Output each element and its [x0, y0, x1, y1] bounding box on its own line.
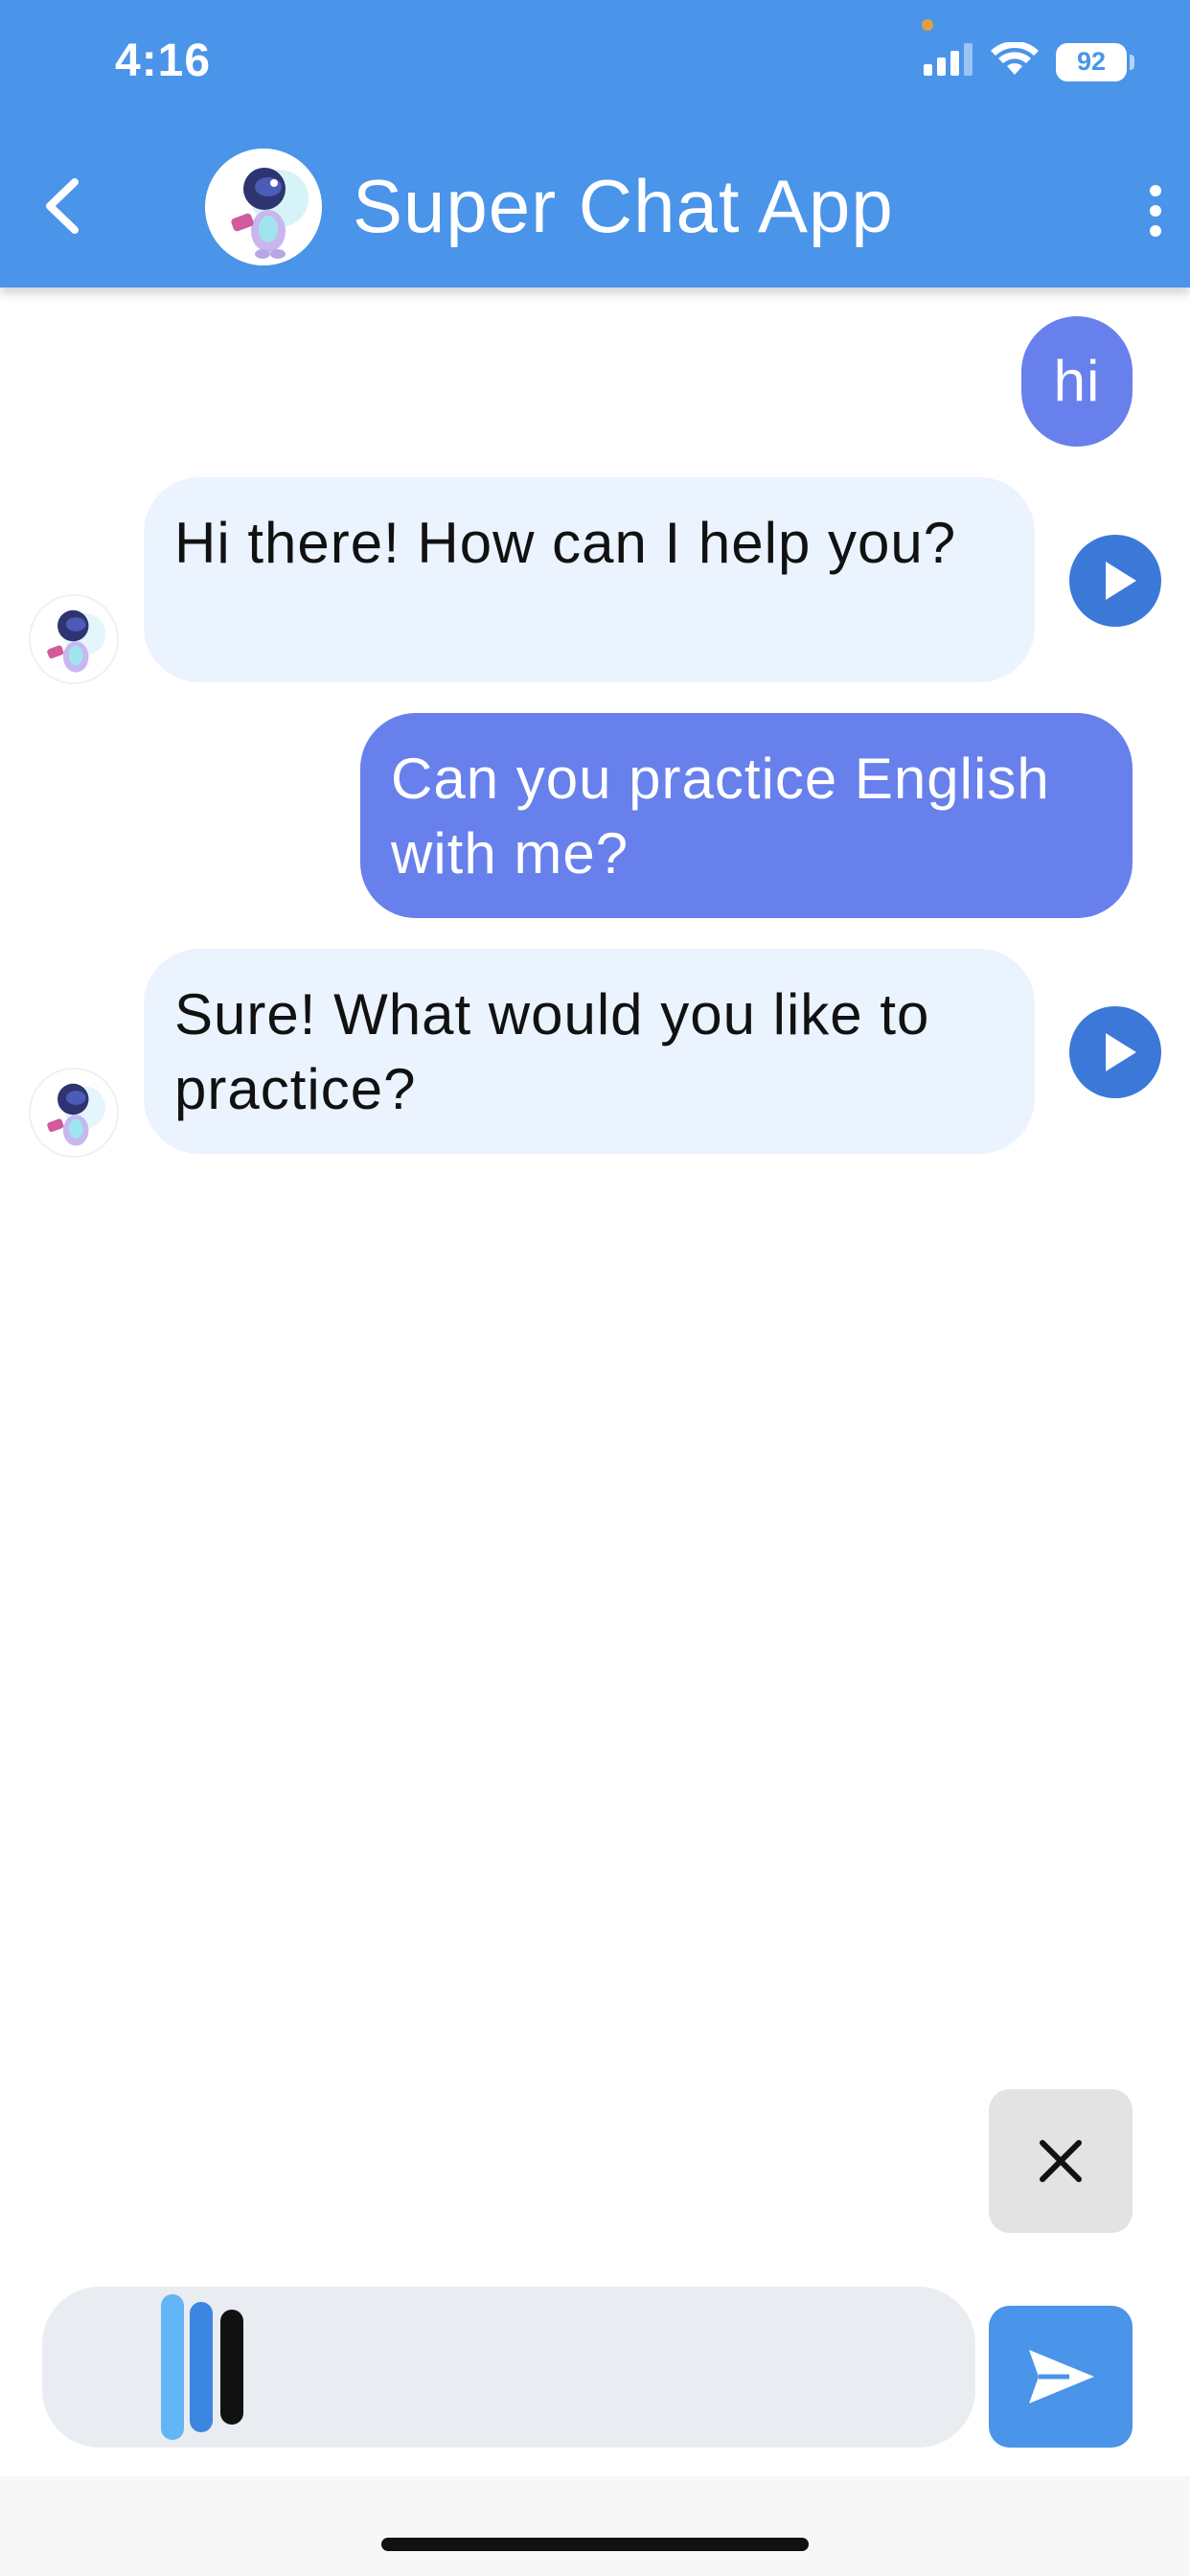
wifi-icon: [991, 40, 1039, 81]
bot-avatar-small: [29, 1068, 119, 1158]
astronaut-avatar-icon: [31, 1070, 117, 1156]
bot-message: Sure! What would you like to practice?: [144, 949, 1035, 1154]
message-text: hi: [1053, 349, 1101, 413]
message-text: Sure! What would you like to practice?: [174, 982, 930, 1121]
message-text: Hi there! How can I help you?: [174, 511, 957, 575]
more-vertical-icon: [1136, 185, 1175, 248]
waveform-bar: [190, 2302, 213, 2432]
chat-screen: 4:16 92 Super Chat App hi Hi there! How …: [0, 0, 1190, 2576]
status-icons: 92: [924, 40, 1134, 81]
home-indicator[interactable]: [381, 2538, 809, 2551]
play-icon: [1069, 1033, 1161, 1102]
bot-avatar-small: [29, 594, 119, 684]
chevron-left-icon: [36, 178, 94, 243]
send-icon: [989, 2350, 1133, 2451]
battery-indicator: 92: [1056, 42, 1134, 81]
voice-input-bar[interactable]: [42, 2287, 975, 2448]
play-audio-button[interactable]: [1069, 535, 1161, 627]
app-header: 4:16 92 Super Chat App: [0, 0, 1190, 288]
back-button[interactable]: [36, 172, 94, 240]
play-icon: [1069, 562, 1161, 631]
home-indicator-area: [0, 2476, 1190, 2576]
user-message: hi: [1021, 316, 1133, 447]
camera-indicator-dot: [922, 19, 933, 31]
message-text: Can you practice English with me?: [391, 747, 1050, 886]
play-audio-button[interactable]: [1069, 1006, 1161, 1098]
bot-message: Hi there! How can I help you?: [144, 477, 1035, 682]
user-message: Can you practice English with me?: [360, 713, 1133, 918]
waveform-bar: [220, 2310, 243, 2425]
more-options-button[interactable]: [1136, 177, 1175, 244]
cancel-recording-button[interactable]: [989, 2089, 1133, 2233]
cellular-signal-icon: [924, 43, 973, 80]
send-button[interactable]: [989, 2306, 1133, 2448]
status-time: 4:16: [115, 35, 212, 86]
bot-avatar: [205, 149, 322, 265]
close-icon: [989, 2140, 1133, 2237]
astronaut-avatar-icon: [31, 596, 117, 682]
astronaut-avatar-icon: [205, 149, 322, 265]
page-title: Super Chat App: [353, 164, 894, 248]
waveform-bar: [161, 2294, 184, 2440]
